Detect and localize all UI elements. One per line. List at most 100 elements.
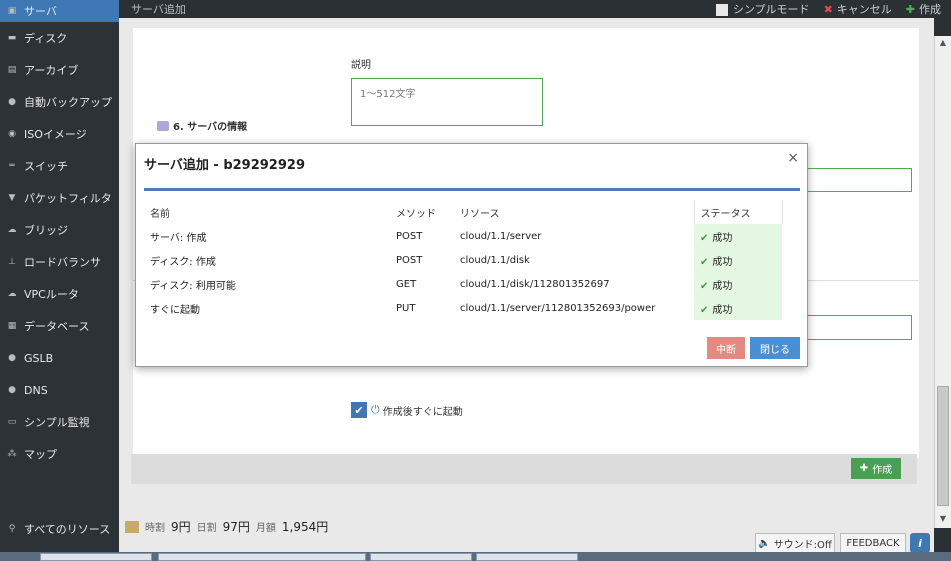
pin-icon: ⚲ [8,524,16,534]
header-resource: リソース [460,208,500,220]
description-label: 説明 [351,60,371,71]
sidebar-item[interactable]: ⁂ マップ [0,438,119,470]
table-row: ディスク: 作成 POST cloud/1.1/disk ✔ 成功 [144,248,782,272]
table-row: ディスク: 利用可能 GET cloud/1.1/disk/112801352697… [144,272,782,296]
feedback-button[interactable]: FEEDBACK [840,533,906,553]
table-row: サーバ: 作成 POST cloud/1.1/server ✔ 成功 [144,224,782,248]
os-taskbar [0,552,951,561]
simple-mode-toggle[interactable]: シンプルモード [715,1,810,17]
sidebar-item-label: アーカイブ [24,64,79,77]
sidebar-item[interactable]: ▭ シンプル監視 [0,406,119,438]
check-icon: ✔ [700,304,709,316]
sidebar-item[interactable]: ═ スイッチ [0,150,119,182]
cell-status: ✔ 成功 [694,296,782,320]
sidebar: ▣ サーバ ▬ ディスク ▤ アーカイブ ● 自動バックアップ ◉ ISOイメージ ═ スイッチ ▼ パケ… [0,0,119,552]
sidebar-item[interactable]: ▣ サーバ [0,0,119,22]
title-divider [144,188,800,191]
sidebar-item[interactable]: ☁ ブリッジ [0,214,119,246]
header-method: メソッド [396,208,436,220]
top-bar: サーバ追加 シンプルモード ✖ キャンセル ✚ 作成 [119,0,951,18]
info-icon[interactable]: i [910,533,930,553]
cell-name: サーバ: 作成 [150,232,207,244]
sidebar-item-label: サーバ [24,5,57,18]
cell-name: すぐに起動 [150,304,200,316]
dns-icon: ● [8,385,16,395]
abort-button[interactable]: 中断 [707,337,745,359]
sidebar-item-label: スイッチ [24,160,68,173]
sidebar-item-label: VPCルータ [24,288,79,301]
scroll-down-icon[interactable]: ▼ [937,514,949,526]
sidebar-item-label: ロードバランサ [24,256,101,269]
cell-resource: cloud/1.1/disk [460,254,530,266]
scroll-up-icon[interactable]: ▲ [937,38,949,50]
power-icon: ⏻ [371,403,380,416]
plus-icon: ✚ [905,3,915,16]
create-button[interactable]: ✚ 作成 [851,458,901,479]
sidebar-item[interactable]: ▤ アーカイブ [0,54,119,86]
database-icon: ▦ [7,321,17,331]
sidebar-item[interactable]: ● 自動バックアップ [0,86,119,118]
cell-method: POST [396,230,423,242]
boot-after-create[interactable]: ✔ ⏻ 作成後すぐに起動 [351,402,463,418]
taskbar-item[interactable] [370,553,472,561]
check-icon: ✔ [700,232,709,244]
sidebar-item[interactable]: ☁ VPCルータ [0,278,119,310]
checkbox-checked-icon[interactable]: ✔ [351,402,367,418]
taskbar-item[interactable] [476,553,578,561]
close-icon[interactable]: × [787,150,799,166]
taskbar-item[interactable] [40,553,152,561]
cell-status: ✔ 成功 [694,224,782,248]
monitor-icon: ▭ [7,417,17,427]
scroll-thumb[interactable] [937,386,949,506]
sidebar-item-label: ISOイメージ [24,128,87,141]
globe-icon: ● [8,353,16,363]
create-top-button[interactable]: ✚ 作成 [906,1,941,17]
map-icon: ⁂ [7,449,17,459]
form-footer: ✚ 作成 [131,454,917,484]
sidebar-item[interactable]: ● DNS [0,374,119,406]
taskbar-item[interactable] [158,553,366,561]
header-status: ステータス [693,200,783,224]
close-button[interactable]: 閉じる [750,337,800,359]
check-icon: ✔ [700,256,709,268]
scrollbar[interactable]: ▲ ▼ [934,36,951,528]
cell-method: POST [396,254,423,266]
sidebar-item-label: シンプル監視 [24,416,90,429]
header-name: 名前 [150,208,170,220]
bridge-icon: ☁ [7,225,17,235]
sound-toggle-button[interactable]: 🔈 サウンド:Off [755,533,835,553]
cell-status: ✔ 成功 [694,248,782,272]
section-server-info: 6. サーバの情報 [157,118,247,133]
cell-resource: cloud/1.1/server [460,230,542,242]
cell-resource: cloud/1.1/disk/112801352697 [460,278,610,290]
cell-method: GET [396,278,417,290]
disk-icon: ▬ [7,33,17,43]
speaker-icon: 🔈 [758,537,771,549]
sidebar-item[interactable]: ▼ パケットフィルタ [0,182,119,214]
sidebar-item-label: ブリッジ [24,224,68,237]
sidebar-item[interactable]: ⊥ ロードバランサ [0,246,119,278]
cloud-icon: ☁ [7,289,17,299]
filter-icon: ▼ [8,193,16,203]
cell-method: PUT [396,302,416,314]
sidebar-item-label: ディスク [24,32,68,45]
sidebar-item-label: マップ [24,448,57,461]
disc-icon: ◉ [8,129,16,139]
request-table: 名前 メソッド リソース ステータス サーバ: 作成 POST cloud/1.1/… [144,200,783,320]
description-textarea[interactable]: 1〜512文字 [351,78,543,126]
sidebar-item-label: GSLB [24,351,54,365]
sidebar-item[interactable]: ▦ データベース [0,310,119,342]
sidebar-item-label: パケットフィルタ [24,192,112,205]
backup-icon: ● [8,97,16,107]
coins-icon [125,520,139,533]
all-resources-link[interactable]: ⚲ すべてのリソース [0,518,119,540]
cancel-button[interactable]: ✖ キャンセル [824,1,892,17]
sidebar-item[interactable]: ◉ ISOイメージ [0,118,119,150]
sidebar-item[interactable]: ▬ ディスク [0,22,119,54]
cell-resource: cloud/1.1/server/112801352693/power [460,302,656,314]
table-row: すぐに起動 PUT cloud/1.1/server/112801352693/po… [144,296,782,320]
cell-name: ディスク: 作成 [150,256,216,268]
sidebar-item-label: DNS [24,383,48,397]
sidebar-item[interactable]: ● GSLB [0,342,119,374]
archive-icon: ▤ [7,65,17,75]
